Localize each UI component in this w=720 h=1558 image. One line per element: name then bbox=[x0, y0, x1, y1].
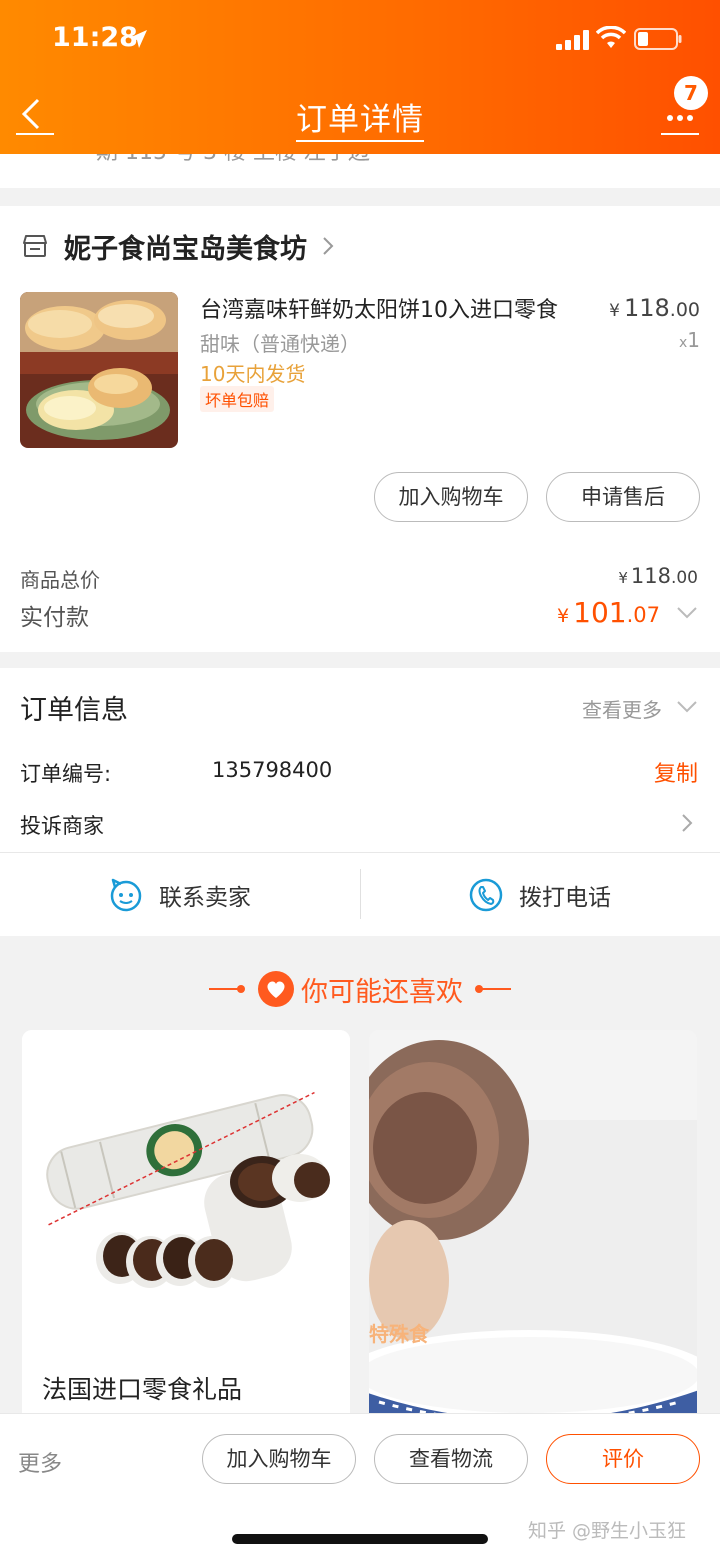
wifi-icon bbox=[596, 26, 626, 48]
complain-seller-link[interactable]: 投诉商家 bbox=[20, 810, 104, 840]
add-to-cart-button[interactable]: 加入购物车 bbox=[374, 472, 528, 522]
order-info-title: 订单信息 bbox=[20, 695, 128, 726]
recommend-item-overlay-text: 特殊食 bbox=[369, 1322, 429, 1346]
home-indicator[interactable] bbox=[232, 1534, 488, 1544]
product-price: ¥118.00 bbox=[609, 294, 700, 322]
order-number-value: 135798400 bbox=[212, 758, 333, 782]
goods-total-yen: ¥ bbox=[618, 569, 628, 587]
recommend-title: 你可能还喜欢 bbox=[301, 976, 463, 1008]
goods-total-dec: .00 bbox=[670, 568, 698, 588]
product-price-int: 118 bbox=[623, 294, 670, 322]
nav-bar: 订单详情 7 bbox=[0, 76, 720, 154]
header: 11:28 订单详情 7 bbox=[0, 0, 720, 154]
copy-button[interactable]: 复制 bbox=[654, 756, 698, 788]
product-title[interactable]: 台湾嘉味轩鲜奶太阳饼10入进口零食 bbox=[200, 292, 558, 324]
location-arrow-icon bbox=[129, 30, 147, 48]
recommend-item[interactable]: 法国进口零食礼品 bbox=[22, 1030, 350, 1430]
shipping-time: 10天内发货 bbox=[200, 362, 306, 386]
notification-badge: 7 bbox=[674, 76, 708, 110]
goods-total-int: 118 bbox=[630, 564, 671, 588]
status-bar: 11:28 bbox=[0, 0, 720, 80]
shop-name: 妮子食尚宝岛美食坊 bbox=[64, 233, 307, 265]
after-sale-button[interactable]: 申请售后 bbox=[546, 472, 700, 522]
more-button[interactable]: 更多 bbox=[18, 1446, 62, 1478]
order-detail-page: 11:28 订单详情 7 妮子食尚宝岛美食坊 台湾嘉味轩鲜奶太阳饼10入进口零食… bbox=[0, 0, 720, 1558]
contact-seller-label: 联系卖家 bbox=[159, 884, 251, 911]
recommend-deco-left bbox=[209, 985, 245, 993]
order-number-label: 订单编号: bbox=[20, 762, 112, 786]
page-title-text: 订单详情 bbox=[296, 102, 424, 142]
shop-header[interactable]: 妮子食尚宝岛美食坊 bbox=[22, 228, 335, 265]
view-logistics-button[interactable]: 查看物流 bbox=[374, 1434, 528, 1484]
recommend-item-image bbox=[22, 1030, 350, 1358]
chevron-right-icon[interactable] bbox=[680, 812, 694, 834]
product-qty-value: 1 bbox=[687, 328, 700, 352]
battery-icon bbox=[634, 28, 682, 50]
guarantee-tag: 坏单包赔 bbox=[200, 386, 275, 412]
call-phone-button[interactable]: 拨打电话 bbox=[360, 853, 720, 936]
watermark: 知乎 @野生小玉狂 bbox=[528, 1520, 687, 1542]
page-title: 订单详情 bbox=[0, 94, 720, 142]
paid-amount-dec: .07 bbox=[626, 603, 660, 627]
signal-icon bbox=[556, 30, 589, 50]
product-quantity: x1 bbox=[679, 328, 700, 352]
recommend-item-image bbox=[369, 1030, 697, 1430]
chevron-down-icon[interactable] bbox=[676, 606, 698, 620]
call-phone-label: 拨打电话 bbox=[519, 884, 611, 911]
product-price-dec: .00 bbox=[669, 299, 700, 321]
order-info-card: 订单信息 查看更多 订单编号: 135798400 复制 投诉商家 联系卖家 拨… bbox=[0, 668, 720, 936]
recommend-item-name: 法国进口零食礼品 bbox=[42, 1375, 243, 1404]
recommend-header: 你可能还喜欢 bbox=[0, 964, 720, 1014]
view-more-link[interactable]: 查看更多 bbox=[582, 694, 662, 723]
contact-seller-button[interactable]: 联系卖家 bbox=[0, 853, 360, 936]
store-icon bbox=[23, 235, 47, 257]
review-button[interactable]: 评价 bbox=[546, 1434, 700, 1484]
paid-amount-yen: ¥ bbox=[557, 605, 570, 627]
heart-icon bbox=[258, 971, 294, 1007]
chevron-down-icon[interactable] bbox=[676, 700, 698, 714]
paid-amount-int: 101 bbox=[573, 596, 627, 629]
recommend-deco-right bbox=[475, 985, 511, 993]
phone-icon bbox=[469, 878, 503, 911]
chat-face-icon bbox=[110, 878, 142, 911]
paid-amount-label: 实付款 bbox=[20, 605, 89, 631]
contact-row: 联系卖家 拨打电话 bbox=[0, 853, 720, 936]
status-time: 11:28 bbox=[52, 22, 138, 53]
product-spec: 甜味（普通快递） bbox=[200, 332, 360, 356]
goods-total-value: ¥118.00 bbox=[618, 564, 698, 588]
paid-amount-value[interactable]: ¥101.07 bbox=[557, 596, 660, 629]
add-to-cart-button[interactable]: 加入购物车 bbox=[202, 1434, 356, 1484]
product-price-yen: ¥ bbox=[609, 301, 620, 321]
bottom-action-bar: 更多 加入购物车 查看物流 评价 知乎 @野生小玉狂 bbox=[0, 1413, 720, 1558]
recommend-item[interactable]: 特殊食 bbox=[369, 1030, 697, 1430]
goods-total-label: 商品总价 bbox=[20, 568, 100, 592]
shop-order-card: 妮子食尚宝岛美食坊 台湾嘉味轩鲜奶太阳饼10入进口零食 甜味（普通快递） 10天… bbox=[0, 206, 720, 652]
chevron-right-icon bbox=[323, 237, 334, 255]
product-image[interactable] bbox=[20, 292, 178, 448]
